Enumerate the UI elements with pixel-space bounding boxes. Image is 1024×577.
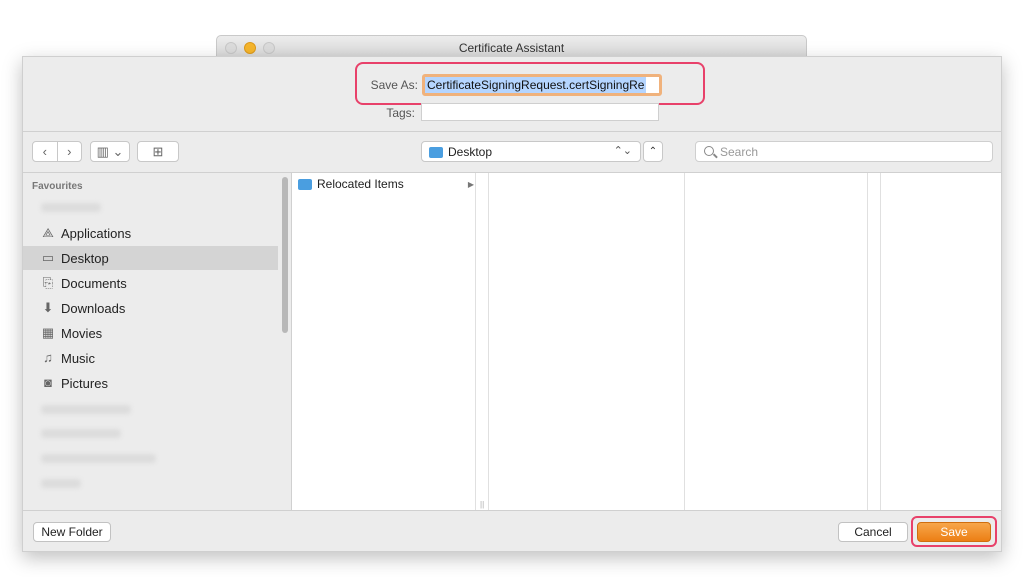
blurred-item [41,405,131,414]
sidebar-item-documents[interactable]: ⎘ Documents [23,271,278,295]
blurred-item [41,454,156,463]
blurred-item [41,479,81,488]
location-popup[interactable]: Desktop ⌃⌄ [421,141,641,162]
sidebar-item-label: Pictures [61,375,108,391]
new-folder-button[interactable]: New Folder [33,522,111,542]
sidebar-item-label: Desktop [61,250,109,266]
divider [23,510,1001,511]
sidebar-item-label: Downloads [61,300,126,316]
downloads-icon: ⬇ [42,300,54,315]
tags-field[interactable] [421,103,659,121]
search-icon [704,146,714,156]
movies-icon: ▦ [41,325,55,340]
column-divider[interactable] [867,173,868,510]
chevron-updown-icon: ⌃⌄ [613,145,632,157]
file-browser: Relocated Items ▶ || [292,173,1001,510]
disclosure-arrow-icon: ▶ [467,179,474,189]
desktop-icon: ▭ [41,250,55,265]
pictures-icon: ◙ [44,375,52,390]
sidebar-item-movies[interactable]: ▦ Movies [23,321,278,345]
column-divider [880,173,881,510]
sidebar-item-applications[interactable]: ⟁ Applications [23,221,278,245]
sidebar-item-label: Music [61,350,95,366]
search-placeholder: Search [720,145,759,159]
back-forward-control: ‹ › [32,141,82,162]
toolbar: ‹ › ▥ ⌄ ⊞ Desktop ⌃⌄ ⌃ Search [23,132,1001,172]
folder-icon [429,147,443,158]
sidebar-item-label: Documents [61,275,127,291]
window-title: Certificate Assistant [458,41,565,55]
column-divider[interactable] [475,173,476,510]
save-dialog: Save As: CertificateSigningRequest.certS… [22,56,1002,552]
sidebar-item-label: Movies [61,325,103,341]
sidebar-item-downloads[interactable]: ⬇ Downloads [23,296,278,320]
sidebar-scrollbar[interactable] [282,177,288,333]
sidebar-item-label: Applications [61,225,132,241]
cancel-button[interactable]: Cancel [838,522,908,542]
sidebar-item-pictures[interactable]: ◙ Pictures [23,371,278,395]
forward-button[interactable]: › [57,144,81,159]
sidebar-item-music[interactable]: ♫ Music [23,346,278,370]
save-button-highlight [911,516,997,547]
collapse-button[interactable]: ⌃ [643,141,663,162]
sidebar-heading: Favourites [32,181,83,192]
back-button[interactable]: ‹ [33,144,57,159]
applications-icon: ⟁ [42,225,54,240]
list-item[interactable]: Relocated Items ▶ [298,176,474,192]
view-mode-button[interactable]: ▥ ⌄ [90,141,130,162]
folder-icon [298,178,312,190]
save-as-highlight [355,62,705,105]
search-input[interactable]: Search [695,141,993,162]
new-folder-icon[interactable]: ⊞ [137,141,179,162]
blurred-item [41,203,101,212]
sidebar: Favourites ⟁ Applications ▭ Desktop ⎘ Do… [23,173,291,510]
tags-label: Tags: [386,106,415,120]
documents-icon: ⎘ [42,275,54,290]
location-label: Desktop [448,145,493,159]
column-resize-grip[interactable]: || [480,500,484,509]
sidebar-item-desktop[interactable]: ▭ Desktop [23,246,278,270]
file-name: Relocated Items [317,177,404,191]
column-divider [488,173,489,510]
column-divider[interactable] [684,173,685,510]
blurred-item [41,429,121,438]
music-icon: ♫ [43,350,53,365]
